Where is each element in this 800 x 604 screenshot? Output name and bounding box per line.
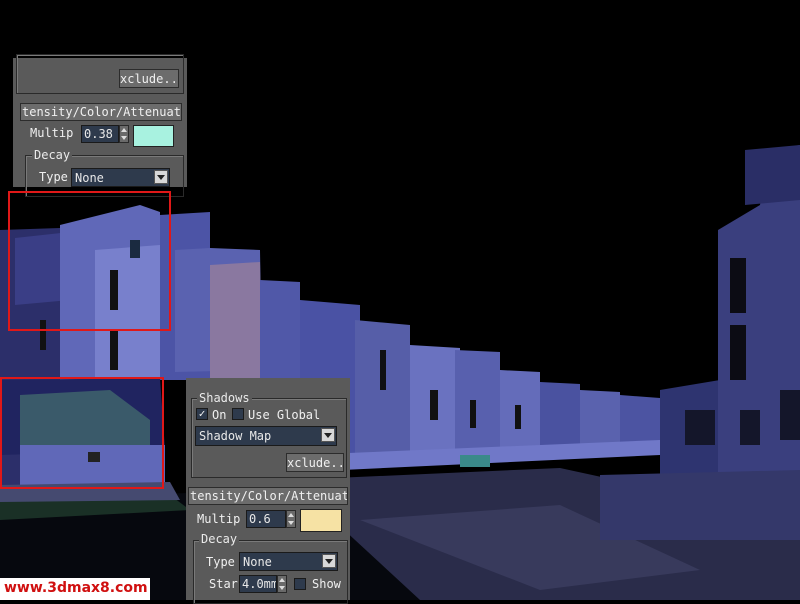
shadow-type-value: Shadow Map (199, 429, 272, 443)
chevron-down-icon (322, 554, 336, 568)
highlight-box-lower (0, 377, 164, 489)
spinner-down-icon (288, 521, 294, 525)
decay-type-label-upper: Type (39, 170, 68, 184)
decay-type-dropdown-lower[interactable]: None (239, 552, 338, 571)
decay-type-value-lower: None (243, 555, 272, 569)
decay-start-spinner[interactable] (277, 575, 287, 593)
site-watermark: www.3dmax8.com (0, 578, 150, 600)
decay-start-field[interactable]: 4.0mm (239, 575, 277, 593)
light-color-swatch-upper[interactable] (133, 125, 174, 147)
spinner-up-icon (279, 578, 285, 582)
multiplier-label-upper: Multip (30, 126, 74, 140)
multiplier-field-lower[interactable]: 0.6 (246, 510, 286, 528)
spinner-down-icon (121, 136, 127, 140)
exclude-button-upper[interactable]: xclude.. (119, 69, 179, 88)
decay-type-label-lower: Type (206, 555, 235, 569)
light-color-swatch-lower[interactable] (300, 509, 342, 532)
light-params-panel-lower: Shadows ✓ On Use Global Shadow Map xclud… (186, 378, 350, 604)
multiplier-spinner-upper[interactable] (119, 125, 129, 143)
decay-type-dropdown-upper[interactable]: None (71, 168, 170, 187)
shadows-label: Shadows (197, 391, 252, 405)
light-params-panel-upper: xclude.. tensity/Color/Attenuati Multip … (13, 54, 187, 197)
intensity-color-attenuation-rollout-upper[interactable]: tensity/Color/Attenuati (20, 103, 182, 121)
exclude-button-lower[interactable]: xclude.. (286, 453, 344, 472)
decay-label-upper: Decay (32, 148, 73, 162)
multiplier-field-upper[interactable]: 0.38 (81, 125, 119, 143)
spinner-down-icon (279, 586, 285, 590)
highlight-box-upper (8, 191, 171, 331)
intensity-color-attenuation-rollout-lower[interactable]: tensity/Color/Attenuati (188, 487, 348, 505)
spinner-up-icon (288, 513, 294, 517)
decay-label-lower: Decay (199, 532, 240, 546)
shadows-on-label: On (212, 408, 227, 422)
shadows-on-checkbox[interactable]: ✓ (196, 408, 208, 420)
chevron-down-icon (321, 428, 335, 442)
show-decay-checkbox[interactable] (294, 578, 306, 590)
watermark-text: www.3dmax8.com (4, 580, 148, 596)
use-global-label: Use Global (248, 408, 321, 422)
use-global-checkbox[interactable] (232, 408, 244, 420)
multiplier-label-lower: Multip (197, 512, 241, 526)
decay-start-label: Star (209, 577, 238, 591)
decay-type-value-upper: None (75, 171, 104, 185)
multiplier-spinner-lower[interactable] (286, 510, 296, 528)
show-decay-label: Show (312, 577, 341, 591)
spinner-up-icon (121, 128, 127, 132)
chevron-down-icon (154, 170, 168, 184)
decay-group-lower (193, 540, 348, 604)
shadow-type-dropdown[interactable]: Shadow Map (195, 426, 337, 446)
